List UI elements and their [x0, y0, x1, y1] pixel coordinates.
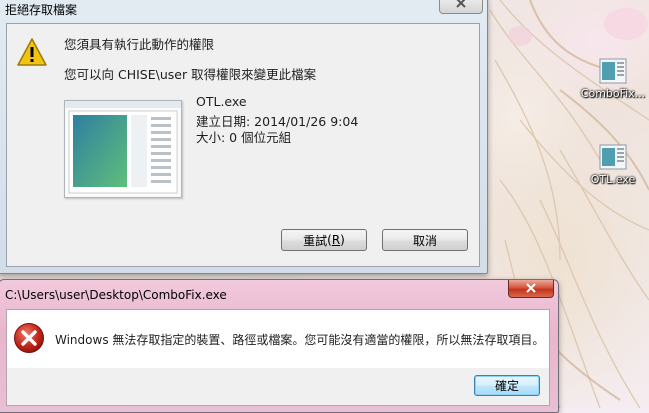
file-name: OTL.exe: [196, 94, 247, 109]
retry-button-label: 重試: [303, 233, 328, 248]
exe-file-icon: [599, 58, 627, 84]
file-thumbnail: [64, 100, 182, 198]
cancel-button-label: 取消: [412, 233, 437, 248]
ok-button[interactable]: 確定: [474, 375, 540, 396]
dialog-title: 拒絕存取檔案: [5, 3, 78, 17]
dialog-titlebar[interactable]: 拒絕存取檔案: [0, 0, 487, 19]
file-size: 大小: 0 個位元組: [196, 130, 292, 145]
retry-button[interactable]: 重試(R): [281, 229, 367, 251]
ok-button-label: 確定: [494, 379, 519, 393]
desktop-icon-label: ComboFix...: [580, 87, 646, 100]
dialog-client-area: Windows 無法存取指定的裝置、路徑或檔案。您可能沒有適當的權限，所以無法存…: [6, 309, 550, 406]
message-line-1: 您須具有執行此動作的權限: [64, 37, 215, 52]
close-icon: [525, 282, 537, 296]
file-preview-image: [65, 101, 181, 194]
message-line-2: 您可以向 CHISE\user 取得權限來變更此檔案: [64, 67, 317, 82]
retry-accesskey: R: [331, 233, 341, 247]
dialog-client-area: 您須具有執行此動作的權限 您可以向 CHISE\user 取得權限來變更此檔案: [6, 23, 480, 267]
desktop-icon-combofix[interactable]: ComboFix...: [575, 58, 649, 100]
warning-icon: [16, 37, 48, 70]
cancel-button[interactable]: 取消: [382, 229, 468, 251]
access-denied-dialog: 拒絕存取檔案 您須具有執行此動作的權限 您可以向 CHISE\user 取得權限…: [0, 0, 488, 274]
close-button[interactable]: [508, 280, 554, 298]
close-icon: [455, 0, 467, 11]
error-icon: [13, 322, 45, 357]
exe-file-icon: [599, 144, 627, 170]
desktop-icon-label: OTL.exe: [590, 173, 636, 186]
error-message: Windows 無法存取指定的裝置、路徑或檔案。您可能沒有適當的權限，所以無法存…: [55, 333, 545, 347]
close-button[interactable]: [439, 0, 483, 14]
dialog-title: C:\Users\user\Desktop\ComboFix.exe: [5, 288, 227, 302]
dialog-titlebar[interactable]: C:\Users\user\Desktop\ComboFix.exe: [0, 280, 558, 304]
error-dialog: C:\Users\user\Desktop\ComboFix.exe Windo…: [0, 279, 559, 413]
desktop-icon-otl[interactable]: OTL.exe: [575, 144, 649, 186]
